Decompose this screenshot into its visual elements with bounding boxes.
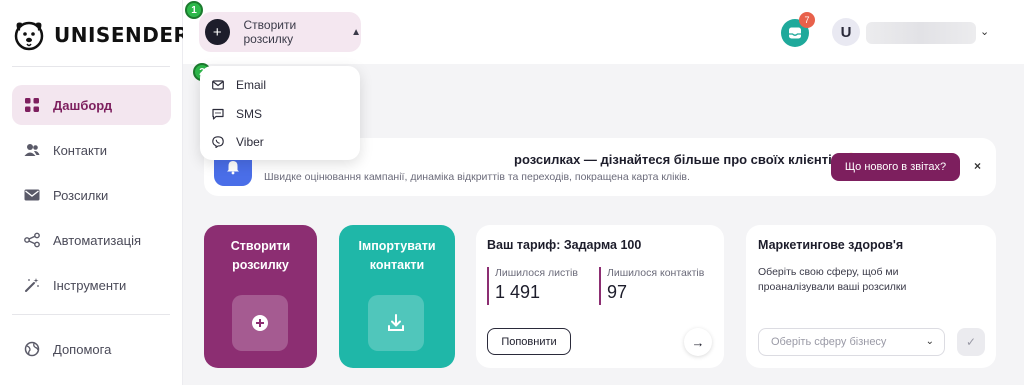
dropdown-item-label: SMS xyxy=(236,107,263,121)
banner-subtitle: Швидке оцінювання кампанії, динаміка від… xyxy=(264,171,690,183)
tariff-title: Ваш тариф: Задарма 100 xyxy=(487,238,642,252)
email-icon xyxy=(212,80,224,90)
create-campaign-button[interactable]: + Створити розсилку ▲ xyxy=(199,12,361,52)
dropdown-item-sms[interactable]: SMS xyxy=(212,107,262,121)
confirm-check-button[interactable]: ✓ xyxy=(957,328,985,356)
arrow-right-icon[interactable]: → xyxy=(684,328,712,356)
select-placeholder: Оберіть сферу бізнесу xyxy=(771,336,887,348)
chevron-down-icon: ⌄ xyxy=(925,336,934,347)
add-campaign-button[interactable] xyxy=(232,295,288,351)
sidebar-item-help[interactable]: Допомога xyxy=(12,329,171,369)
sidebar-item-label: Інструменти xyxy=(53,277,127,293)
sidebar-divider xyxy=(12,314,170,315)
sidebar-item-label: Контакти xyxy=(53,142,108,158)
create-campaign-label: Створити розсилку xyxy=(243,18,297,46)
sidebar-divider xyxy=(12,66,170,67)
health-description: Оберіть свою сферу, щоб ми проаналізувал… xyxy=(758,266,907,293)
sidebar-item-label: Автоматизація xyxy=(53,232,141,248)
create-campaign-dropdown: Email SMS Viber xyxy=(200,66,360,160)
contacts-left-stat: Лишилося контактів 97 xyxy=(599,267,704,305)
dropdown-item-viber[interactable]: Viber xyxy=(212,135,264,149)
inbox-icon xyxy=(789,27,801,39)
topbar: + Створити розсилку ▲ 7 U ⌄ xyxy=(183,0,1024,64)
globe-icon xyxy=(24,341,40,357)
dropdown-item-label: Viber xyxy=(236,135,264,149)
import-contacts-card[interactable]: Імпортувати контакти xyxy=(339,225,455,368)
download-icon xyxy=(388,314,404,331)
automation-icon xyxy=(24,232,40,248)
dashboard-icon xyxy=(25,98,39,112)
sidebar-item-label: Допомога xyxy=(53,341,112,357)
chevron-up-icon: ▲ xyxy=(351,26,361,38)
card-title-line: контакти xyxy=(369,258,425,272)
sidebar-item-dashboard[interactable]: Дашборд xyxy=(12,85,171,125)
dog-logo-icon xyxy=(14,21,44,51)
create-campaign-card[interactable]: Створити розсилку xyxy=(204,225,317,368)
avatar[interactable]: U xyxy=(832,18,860,46)
sidebar-item-tools[interactable]: Інструменти xyxy=(12,265,171,305)
mail-icon xyxy=(24,189,40,201)
card-title-line: Створити xyxy=(230,239,291,253)
sidebar: UNISENDER Дашборд Контакти Розсилки Авто… xyxy=(0,0,189,385)
plus-icon xyxy=(252,315,268,331)
logo[interactable]: UNISENDER xyxy=(12,18,189,52)
sms-icon xyxy=(212,108,224,120)
step-marker-1: 1 xyxy=(185,1,203,19)
stat-label: Лишилося контактів xyxy=(607,267,705,279)
brand-name: UNISENDER xyxy=(54,23,190,47)
top-up-button[interactable]: Поповнити xyxy=(487,328,571,355)
stat-label: Лишилося листів xyxy=(495,267,578,279)
close-icon[interactable]: × xyxy=(974,159,981,173)
banner-title: розсилках — дізнайтеся більше про своїх … xyxy=(514,152,860,167)
contacts-icon xyxy=(24,144,40,156)
tariff-card: Ваш тариф: Задарма 100 Лишилося листів 1… xyxy=(476,225,724,368)
card-title-line: Імпортувати xyxy=(358,239,436,253)
sidebar-item-automation[interactable]: Автоматизація xyxy=(12,220,171,260)
whats-new-button[interactable]: Що нового в звітах? xyxy=(831,153,960,181)
business-sphere-select[interactable]: Оберіть сферу бізнесу ⌄ xyxy=(758,328,945,356)
plus-icon: + xyxy=(205,19,230,45)
import-button[interactable] xyxy=(368,295,424,351)
dropdown-item-email[interactable]: Email xyxy=(212,78,266,92)
magic-wand-icon xyxy=(25,278,39,292)
sidebar-item-label: Розсилки xyxy=(53,187,109,203)
user-name-blurred[interactable] xyxy=(866,22,976,44)
marketing-health-card: Маркетингове здоров'я Оберіть свою сферу… xyxy=(746,225,996,368)
sidebar-item-label: Дашборд xyxy=(53,97,113,113)
stat-value: 1 491 xyxy=(495,282,541,302)
letters-left-stat: Лишилося листів 1 491 xyxy=(487,267,578,305)
viber-icon xyxy=(212,136,224,148)
card-title-line: розсилку xyxy=(232,258,289,272)
dropdown-item-label: Email xyxy=(236,78,267,92)
chevron-down-icon[interactable]: ⌄ xyxy=(980,25,989,38)
sidebar-item-contacts[interactable]: Контакти xyxy=(12,130,171,170)
notifications-badge: 7 xyxy=(799,12,815,28)
health-title: Маркетингове здоров'я xyxy=(758,238,904,252)
sidebar-item-campaigns[interactable]: Розсилки xyxy=(12,175,171,215)
stat-value: 97 xyxy=(607,282,628,302)
